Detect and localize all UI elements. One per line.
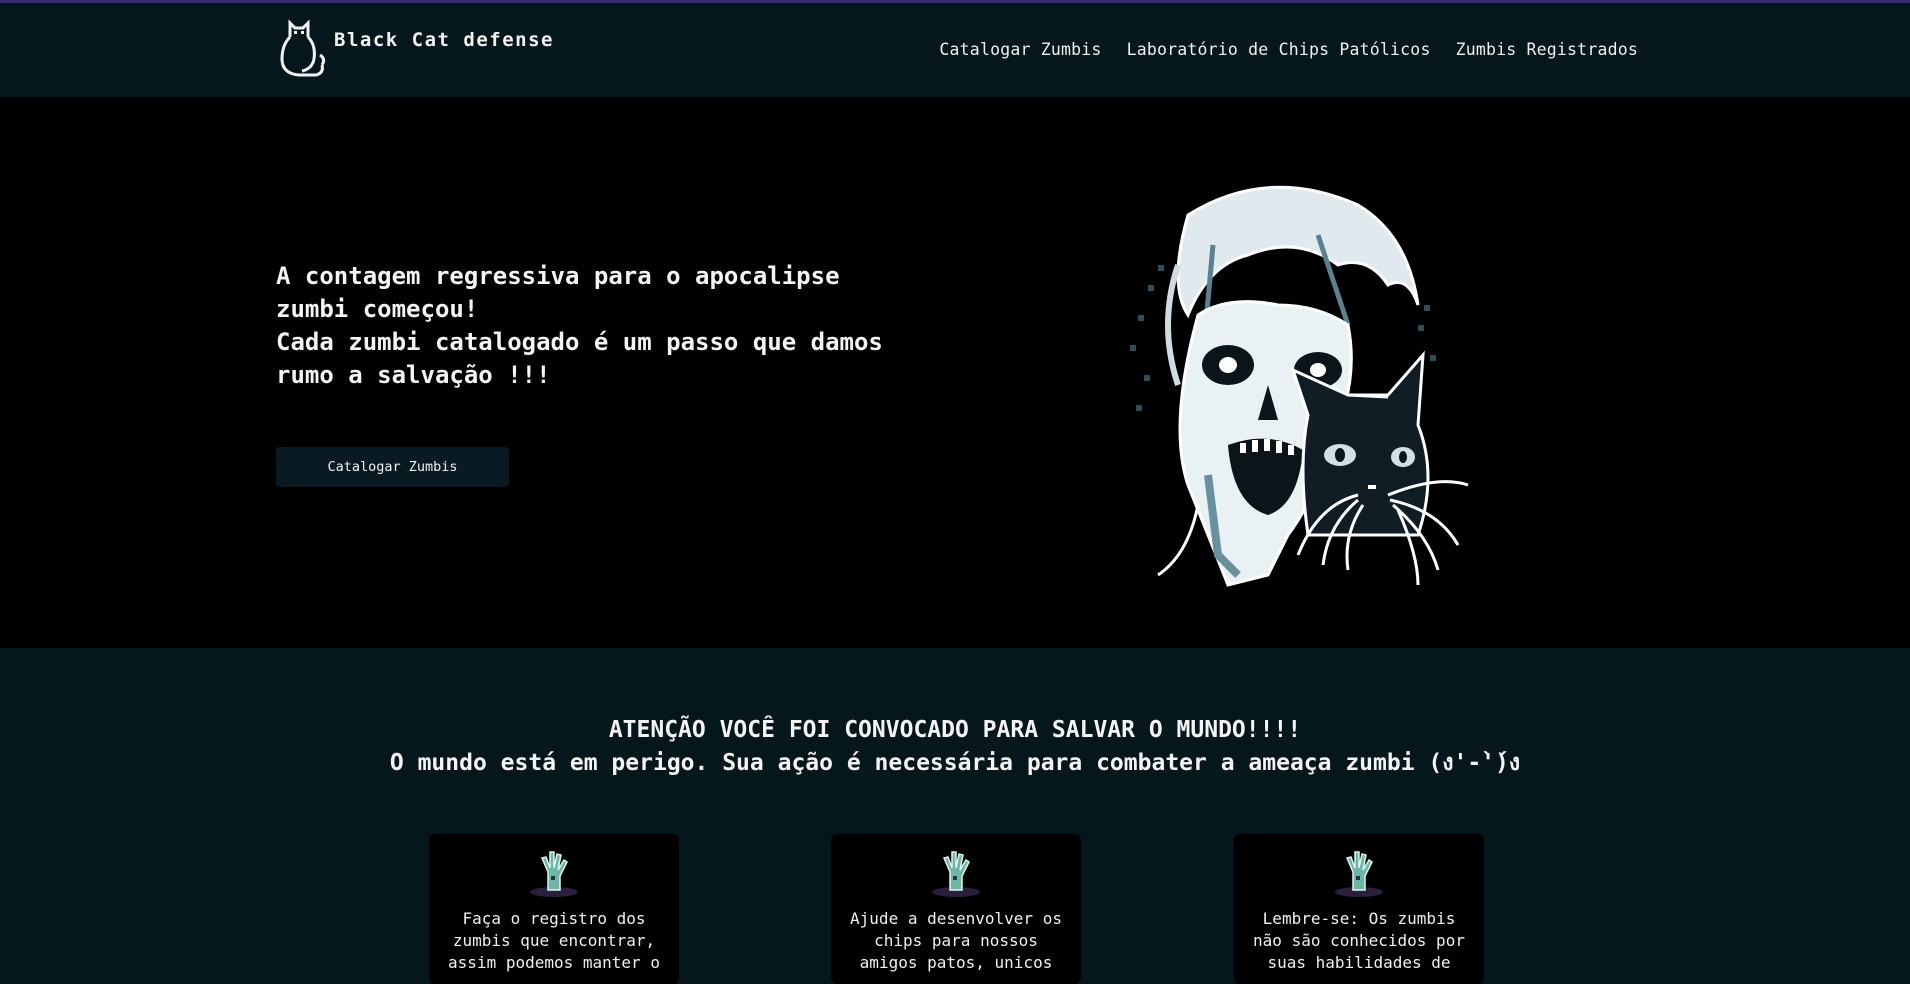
card-text: Ajude a desenvolver os chips para nossos…	[850, 909, 1062, 972]
hero-section: A contagem regressiva para o apocalipse …	[0, 97, 1910, 648]
hero-line-2: Cada zumbi catalogado é um passo que dam…	[276, 328, 883, 389]
site-header: Black Cat defense Catalogar Zumbis Labor…	[0, 3, 1910, 97]
brand-name: Black Cat defense	[334, 29, 554, 51]
info-card: Faça o registro dos zumbis que encontrar…	[429, 834, 679, 984]
zombie-hand-icon	[1335, 851, 1383, 897]
cat-icon	[280, 19, 326, 77]
info-card: Ajude a desenvolver os chips para nossos…	[831, 834, 1081, 984]
nav-zumbis-registrados[interactable]: Zumbis Registrados	[1456, 40, 1638, 59]
main-nav: Catalogar Zumbis Laboratório de Chips Pa…	[939, 40, 1638, 59]
catalogar-zumbis-button[interactable]: Catalogar Zumbis	[276, 447, 509, 487]
mission-section: ATENÇÃO VOCÊ FOI CONVOCADO PARA SALVAR O…	[0, 648, 1910, 984]
mission-headline: ATENÇÃO VOCÊ FOI CONVOCADO PARA SALVAR O…	[0, 714, 1910, 780]
zombie-hand-icon	[530, 851, 578, 897]
brand[interactable]: Black Cat defense	[276, 15, 554, 79]
card-text: Faça o registro dos zumbis que encontrar…	[448, 909, 660, 972]
mission-title: ATENÇÃO VOCÊ FOI CONVOCADO PARA SALVAR O…	[608, 717, 1302, 743]
hero-text: A contagem regressiva para o apocalipse …	[276, 260, 926, 392]
mission-subtitle: O mundo está em perigo. Sua ação é neces…	[389, 750, 1521, 776]
nav-catalogar-zumbis[interactable]: Catalogar Zumbis	[939, 40, 1101, 59]
zombie-hand-icon	[932, 851, 980, 897]
hero-line-1: A contagem regressiva para o apocalipse …	[276, 262, 840, 323]
info-card: Lembre-se: Os zumbis não são conhecidos …	[1234, 834, 1484, 984]
nav-laboratorio-chips[interactable]: Laboratório de Chips Patólicos	[1127, 40, 1431, 59]
card-text: Lembre-se: Os zumbis não são conhecidos …	[1253, 909, 1465, 972]
zombie-and-cat-illustration	[1130, 185, 1469, 587]
